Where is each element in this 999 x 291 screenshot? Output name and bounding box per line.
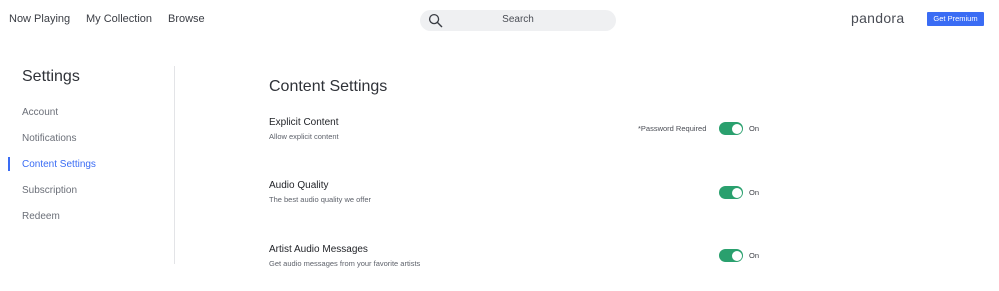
artist-audio-messages-toggle[interactable]: [719, 249, 743, 262]
top-nav: Now Playing My Collection Browse Search …: [0, 0, 999, 40]
nav-my-collection[interactable]: My Collection: [86, 13, 152, 25]
explicit-content-subtitle: Allow explicit content: [269, 132, 339, 141]
sidebar-item-content-settings[interactable]: Content Settings: [22, 159, 96, 170]
sidebar-divider: [174, 66, 175, 264]
artist-audio-messages-subtitle: Get audio messages from your favorite ar…: [269, 259, 421, 268]
page-title: Content Settings: [269, 78, 388, 95]
nav-browse[interactable]: Browse: [168, 13, 205, 25]
toggle-knob: [731, 250, 742, 261]
audio-quality-toggle[interactable]: [719, 186, 743, 199]
search-placeholder: Search: [502, 14, 534, 25]
audio-quality-subtitle: The best audio quality we offer: [269, 195, 372, 204]
sidebar-title: Settings: [22, 68, 80, 85]
toggle-knob: [731, 187, 742, 198]
search-input[interactable]: Search: [420, 10, 616, 31]
sidebar-item-notifications[interactable]: Notifications: [22, 133, 76, 144]
artist-audio-messages-state: On: [749, 251, 760, 260]
nav-now-playing[interactable]: Now Playing: [9, 13, 70, 25]
sidebar-item-account[interactable]: Account: [22, 107, 58, 118]
get-premium-button[interactable]: Get Premium: [927, 12, 984, 26]
toggle-knob: [731, 123, 742, 134]
explicit-content-state: On: [749, 124, 760, 133]
password-required-note: *Password Required: [638, 124, 707, 133]
explicit-content-toggle[interactable]: [719, 122, 743, 135]
audio-quality-title: Audio Quality: [269, 180, 329, 191]
sidebar-item-subscription[interactable]: Subscription: [22, 185, 77, 196]
audio-quality-state: On: [749, 188, 760, 197]
explicit-content-title: Explicit Content: [269, 117, 339, 128]
active-indicator: [8, 157, 10, 171]
artist-audio-messages-title: Artist Audio Messages: [269, 244, 368, 255]
pandora-logo[interactable]: pandora: [851, 10, 904, 26]
sidebar-item-redeem[interactable]: Redeem: [22, 211, 60, 222]
